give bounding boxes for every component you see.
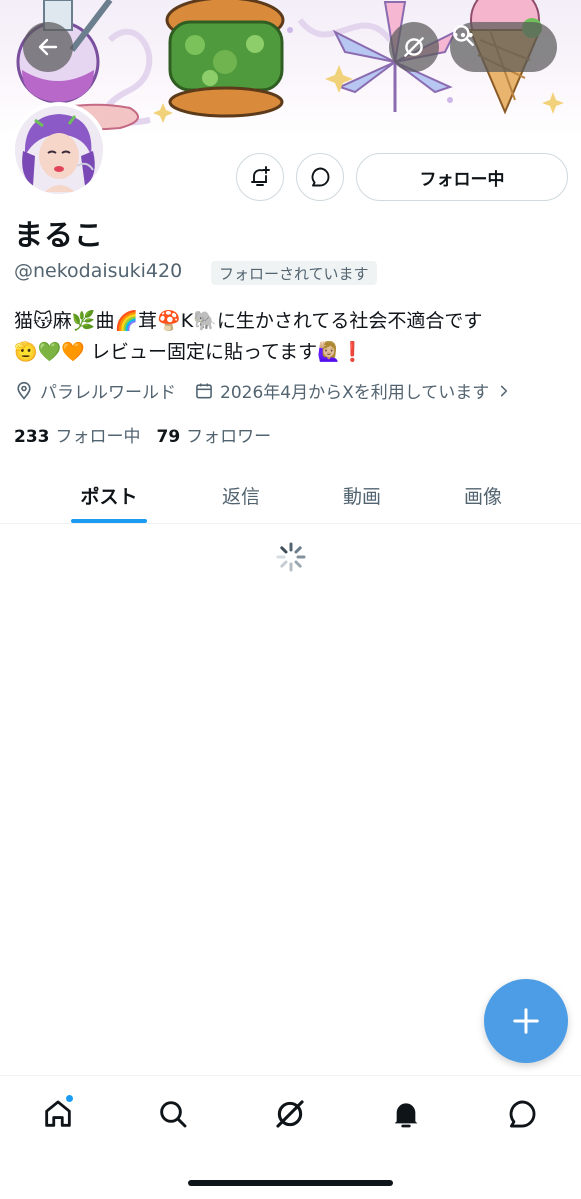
- home-indicator[interactable]: [188, 1180, 393, 1186]
- avatar[interactable]: [11, 102, 107, 198]
- grok-icon: [404, 37, 424, 57]
- grok-icon: [276, 1100, 304, 1128]
- messages-icon: [509, 1100, 536, 1128]
- notifications-icon: [394, 1103, 418, 1128]
- bio-line-2: 🫡💚🧡 レビュー固定に貼ってます🙋🏼‍♀️❗: [14, 341, 365, 363]
- following-stat[interactable]: 233 フォロー中: [14, 422, 141, 447]
- nav-messages[interactable]: [502, 1094, 542, 1134]
- display-name: まるこ: [14, 218, 105, 252]
- tab-posts[interactable]: ポスト: [0, 468, 218, 523]
- loading-spinner-icon: [276, 542, 306, 572]
- location: パラレルワールド: [14, 378, 176, 403]
- active-tab-indicator: [71, 519, 147, 523]
- compose-post-button[interactable]: [484, 979, 568, 1063]
- message-button[interactable]: [296, 153, 344, 201]
- following-button[interactable]: フォロー中: [356, 153, 568, 201]
- calendar-icon: [196, 383, 212, 398]
- tab-label: 動画: [342, 486, 381, 508]
- message-icon: [311, 167, 330, 187]
- plus-icon: [513, 1008, 539, 1034]
- tab-replies[interactable]: 返信: [218, 468, 264, 523]
- nav-grok[interactable]: [270, 1094, 310, 1134]
- following-count: 233: [14, 427, 50, 447]
- tab-label: ポスト: [80, 486, 138, 508]
- followers-label: フォロワー: [186, 427, 272, 447]
- grok-button[interactable]: [389, 22, 439, 72]
- nav-search[interactable]: [153, 1094, 193, 1134]
- header-actions-pill: [450, 22, 557, 72]
- avatar-illustration: [15, 106, 103, 194]
- profile-tabs: ポスト 返信 動画 画像: [0, 468, 581, 524]
- more-icon: [453, 32, 473, 38]
- nav-home[interactable]: [38, 1094, 78, 1134]
- join-date[interactable]: 2026年4月からXを利用しています: [194, 378, 517, 403]
- followers-stat[interactable]: 79 フォロワー: [157, 422, 272, 447]
- unread-dot: [65, 1094, 74, 1103]
- location-text: パラレルワールド: [40, 383, 176, 403]
- join-date-text: 2026年4月からXを利用しています: [220, 383, 490, 403]
- tab-label: 返信: [221, 486, 260, 508]
- notification-subscribe-button[interactable]: [236, 153, 284, 201]
- following-label: フォロー中: [55, 427, 141, 447]
- handle: @nekodaisuki420: [14, 260, 183, 282]
- search-icon: [160, 1101, 187, 1128]
- tab-videos[interactable]: 動画: [264, 468, 460, 523]
- chevron-right-icon: [501, 385, 508, 396]
- back-arrow-icon: [38, 38, 58, 56]
- back-button[interactable]: [23, 22, 73, 72]
- nav-notifications[interactable]: [386, 1094, 426, 1134]
- follow-stats: 233 フォロー中 79 フォロワー: [14, 422, 287, 447]
- profile-meta: パラレルワールド 2026年4月からXを利用しています: [14, 378, 535, 403]
- followers-count: 79: [156, 427, 181, 447]
- follows-you-badge: フォローされています: [211, 261, 377, 285]
- tab-label: 画像: [463, 486, 502, 508]
- bio: 猫😽麻🌿曲🌈茸🍄K🐘に生かされてる社会不適合です 🫡💚🧡 レビュー固定に貼ってま…: [14, 306, 574, 368]
- bio-line-1: 猫😽麻🌿曲🌈茸🍄K🐘に生かされてる社会不適合です: [14, 310, 483, 332]
- location-pin-icon: [17, 381, 31, 400]
- notification-bell-plus-icon: [251, 166, 270, 186]
- tab-images[interactable]: 画像: [460, 468, 506, 523]
